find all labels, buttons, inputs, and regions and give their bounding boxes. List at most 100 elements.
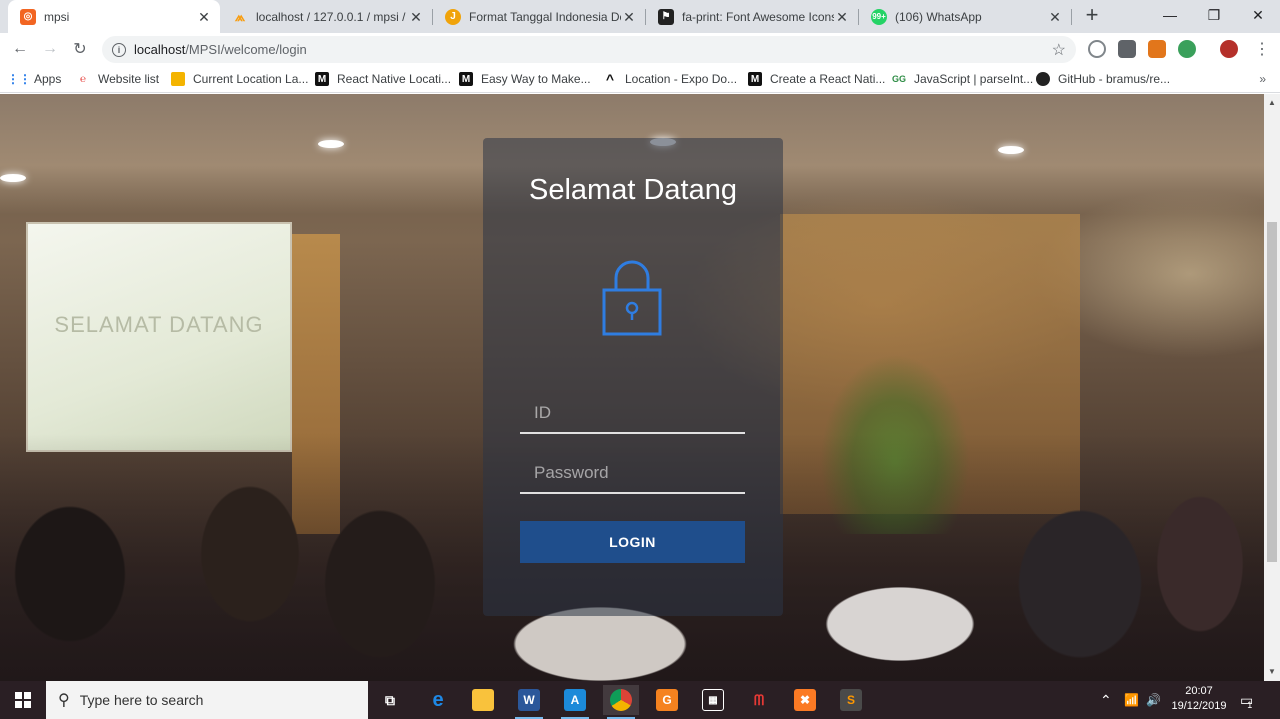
background-light <box>0 174 26 182</box>
taskbar-app-a[interactable]: A <box>557 685 593 719</box>
close-icon[interactable]: ✕ <box>408 9 424 25</box>
task-view-button[interactable]: ⧉ <box>372 685 408 715</box>
password-input[interactable] <box>520 454 745 492</box>
url-host: localhost <box>134 42 186 57</box>
tab-mpsi[interactable]: ◎ mpsi ✕ <box>8 0 220 33</box>
bookmark-label: GitHub - bramus/re... <box>1058 72 1171 86</box>
background-light <box>318 140 344 148</box>
notification-center-button[interactable]: ▭ 1 <box>1240 681 1253 719</box>
screen-extension-icon[interactable] <box>1118 40 1136 58</box>
taskbar-app-orange[interactable]: G <box>649 685 685 715</box>
whatsapp-favicon-icon: 99+ <box>871 8 887 25</box>
clock-time: 20:07 <box>1185 685 1213 697</box>
start-button[interactable] <box>0 681 46 719</box>
location-icon <box>171 72 185 86</box>
taskbar-app-red[interactable]: ᗰ <box>741 685 777 715</box>
login-title: Selamat Datang <box>529 174 737 206</box>
forward-button[interactable]: → <box>38 37 62 61</box>
bookmark-label: Easy Way to Make... <box>481 72 591 86</box>
globe-extension-icon[interactable] <box>1088 40 1106 58</box>
background-projector-screen: SELAMAT DATANG <box>26 222 292 452</box>
scroll-down-arrow-icon[interactable]: ▼ <box>1264 665 1280 679</box>
bookmark-label: React Native Locati... <box>337 72 452 86</box>
tab-phpmyadmin[interactable]: ⩕ localhost / 127.0.0.1 / mpsi / ar ✕ <box>220 0 432 33</box>
windows-taskbar: ⚲ Type here to search ⧉ e W A G ▦ ᗰ ✖ S … <box>0 681 1280 719</box>
wifi-icon[interactable]: 📶 <box>1124 681 1139 719</box>
scrollbar-thumb[interactable] <box>1267 222 1277 562</box>
taskbar-xampp[interactable]: ✖ <box>787 685 823 715</box>
tab-strip: ◎ mpsi ✕ ⩕ localhost / 127.0.0.1 / mpsi … <box>0 0 1280 33</box>
bookmark-expo-location[interactable]: ^ Location - Expo Do... <box>603 70 737 88</box>
tab-title: Format Tanggal Indonesia Den <box>469 9 621 24</box>
taskbar-chrome[interactable] <box>603 685 639 719</box>
minimize-button[interactable]: — <box>1148 0 1192 30</box>
bookmark-apps[interactable]: ⋮⋮ Apps <box>7 70 61 88</box>
lock-icon <box>602 260 662 336</box>
tray-overflow-icon[interactable]: ⌃ <box>1100 681 1112 719</box>
medium-icon: M <box>315 72 329 86</box>
bookmark-label: Website list <box>98 72 160 86</box>
menu-kebab-icon[interactable]: ⋮ <box>1250 37 1274 61</box>
site-favicon-icon: J <box>445 8 461 25</box>
taskbar-word[interactable]: W <box>511 685 547 719</box>
tab-whatsapp[interactable]: 99+ (106) WhatsApp ✕ <box>859 0 1071 33</box>
taskbar-calculator[interactable]: ▦ <box>695 685 731 715</box>
window-close-button[interactable]: ✕ <box>1236 0 1280 30</box>
scroll-up-arrow-icon[interactable]: ▲ <box>1264 96 1280 110</box>
bookmark-create-react[interactable]: M Create a React Nati... <box>748 70 885 88</box>
bookmark-label: Location - Expo Do... <box>625 72 738 86</box>
taskbar-file-explorer[interactable] <box>465 685 501 715</box>
id-input[interactable] <box>520 394 745 432</box>
close-icon[interactable]: ✕ <box>196 9 212 25</box>
close-icon[interactable]: ✕ <box>834 9 850 25</box>
password-field[interactable] <box>520 454 745 494</box>
bookmark-react-native-location[interactable]: M React Native Locati... <box>315 70 451 88</box>
bookmark-website-list[interactable]: ℮ Website list <box>76 70 159 88</box>
bookmark-label: Current Location La... <box>193 72 309 86</box>
address-bar[interactable]: i localhost/MPSI/welcome/login ☆ <box>102 36 1076 63</box>
folder-icon <box>472 689 494 711</box>
edge-icon: e <box>432 688 444 711</box>
site-info-icon[interactable]: i <box>112 42 126 57</box>
reload-button[interactable]: ↻ <box>68 37 92 61</box>
tab-title: mpsi <box>44 9 70 24</box>
tab-format-tanggal[interactable]: J Format Tanggal Indonesia Den ✕ <box>433 0 645 33</box>
taskbar-clock[interactable]: 20:07 19/12/2019 <box>1164 684 1234 714</box>
tab-font-awesome[interactable]: ⚑ fa-print: Font Awesome Icons ✕ <box>646 0 858 33</box>
taskbar-search[interactable]: ⚲ Type here to search <box>46 681 368 719</box>
bookmark-parseint[interactable]: GG JavaScript | parseInt... <box>892 70 1033 88</box>
taskbar-sublime[interactable]: S <box>833 685 869 715</box>
bookmark-star-icon[interactable]: ☆ <box>1052 40 1066 60</box>
tab-title: fa-print: Font Awesome Icons <box>682 9 834 24</box>
vpn-extension-icon[interactable] <box>1178 40 1196 58</box>
metamask-extension-icon[interactable] <box>1148 40 1166 58</box>
restore-button[interactable]: ❐ <box>1192 0 1236 30</box>
app-red-icon: ᗰ <box>753 691 765 708</box>
volume-icon[interactable]: 🔊 <box>1146 681 1161 719</box>
clock-date: 19/12/2019 <box>1171 700 1227 712</box>
back-button[interactable]: ← <box>8 37 32 61</box>
bookmark-easy-way[interactable]: M Easy Way to Make... <box>459 70 591 88</box>
profile-avatar[interactable] <box>1220 40 1238 58</box>
bookmark-github[interactable]: GitHub - bramus/re... <box>1036 70 1170 88</box>
github-icon <box>1036 72 1050 86</box>
taskbar-edge[interactable]: e <box>420 685 456 715</box>
background-light <box>998 146 1024 154</box>
url-path: /MPSI/welcome/login <box>185 42 307 57</box>
bookmark-current-location[interactable]: Current Location La... <box>171 70 308 88</box>
close-icon[interactable]: ✕ <box>621 9 637 25</box>
close-icon[interactable]: ✕ <box>1047 9 1063 25</box>
id-field[interactable] <box>520 394 745 434</box>
page-viewport: SELAMAT DATANG Selamat Datang LOGIN <box>0 94 1264 681</box>
bookmarks-bar: ⋮⋮ Apps ℮ Website list Current Location … <box>0 65 1280 93</box>
notification-count: 1 <box>1247 700 1253 710</box>
website-list-icon: ℮ <box>79 73 86 85</box>
tab-separator <box>1071 9 1072 25</box>
login-button[interactable]: LOGIN <box>520 521 745 563</box>
bookmark-label: Create a React Nati... <box>770 72 886 86</box>
page-scrollbar[interactable]: ▲ ▼ <box>1264 94 1280 681</box>
geeks-icon: GG <box>892 74 907 84</box>
word-icon: W <box>518 689 540 711</box>
bookmarks-overflow-button[interactable]: » <box>1259 72 1266 86</box>
new-tab-button[interactable]: + <box>1080 4 1104 28</box>
